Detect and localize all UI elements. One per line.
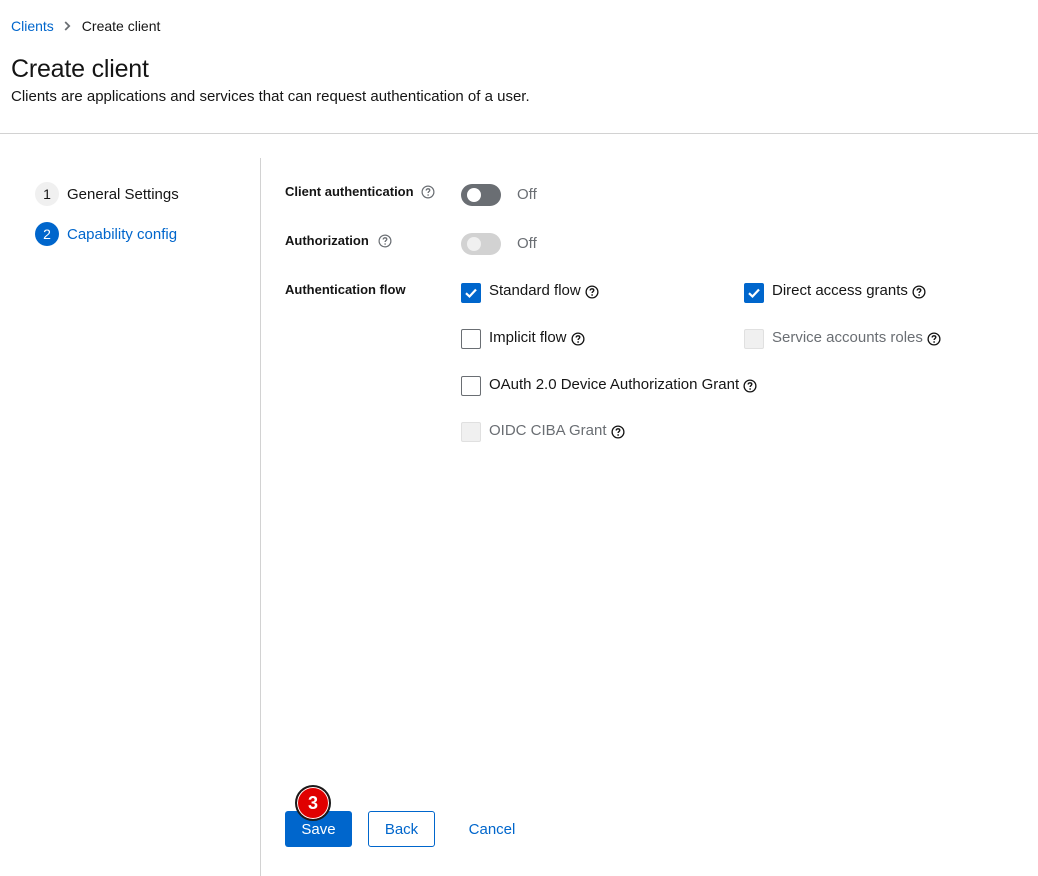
standard-flow-checkbox[interactable] [461,283,481,303]
step-marker-badge: 3 [295,785,331,821]
oidc-ciba-grant-text: OIDC CIBA Grant [489,421,607,439]
switch-knob [467,188,481,202]
device-authorization-grant-checkbox[interactable] [461,376,481,396]
breadcrumb: Clients Create client [11,17,160,35]
check-icon [465,288,477,299]
step-number: 2 [35,222,59,246]
client-authentication-label: Client authentication [285,184,435,199]
direct-access-grants-label: Direct access grants [772,281,926,299]
standard-flow-label: Standard flow [489,281,599,299]
help-icon[interactable] [927,332,941,346]
implicit-flow-text: Implicit flow [489,328,567,346]
step-label: General Settings [67,185,179,203]
breadcrumb-current: Create client [81,18,161,34]
breadcrumb-clients-link[interactable]: Clients [11,18,54,34]
implicit-flow-label: Implicit flow [489,328,585,346]
authorization-text: Authorization [285,233,369,248]
authentication-flow-label: Authentication flow [285,282,406,297]
client-authentication-text: Client authentication [285,184,414,199]
help-icon[interactable] [421,184,435,199]
help-icon[interactable] [570,332,585,346]
chevron-right-icon [64,21,71,31]
header-divider [0,133,1038,134]
cancel-button[interactable]: Cancel [452,811,532,847]
standard-flow-text: Standard flow [489,281,581,299]
authorization-switch[interactable] [461,233,501,255]
help-icon[interactable] [378,233,392,248]
oidc-ciba-grant-label: OIDC CIBA Grant [489,421,625,439]
direct-access-grants-text: Direct access grants [772,281,908,299]
authorization-label: Authorization [285,233,392,248]
service-accounts-roles-checkbox[interactable] [744,329,764,349]
wizard-step-general-settings[interactable]: 1 General Settings [35,182,179,206]
implicit-flow-checkbox[interactable] [461,329,481,349]
oidc-ciba-grant-checkbox[interactable] [461,422,481,442]
page-description: Clients are applications and services th… [11,88,530,105]
help-icon[interactable] [610,425,625,439]
direct-access-grants-checkbox[interactable] [744,283,764,303]
step-number: 1 [35,182,59,206]
device-authorization-grant-text: OAuth 2.0 Device Authorization Grant [489,375,740,393]
wizard-step-capability-config[interactable]: 2 Capability config [35,222,177,246]
switch-knob [467,237,481,251]
device-authorization-grant-label: OAuth 2.0 Device Authorization Grant [489,375,757,393]
authorization-state: Off [517,235,537,252]
service-accounts-roles-text: Service accounts roles [772,328,923,346]
client-authentication-switch[interactable] [461,184,501,206]
page-title: Create client [11,55,149,83]
client-authentication-state: Off [517,186,537,203]
check-icon [748,288,760,299]
step-label: Capability config [67,225,178,243]
help-icon[interactable] [585,285,599,299]
help-icon[interactable] [912,285,926,299]
back-button[interactable]: Back [368,811,435,847]
service-accounts-roles-label: Service accounts roles [772,328,941,346]
wizard-nav-divider [260,158,261,876]
help-icon[interactable] [743,379,757,393]
